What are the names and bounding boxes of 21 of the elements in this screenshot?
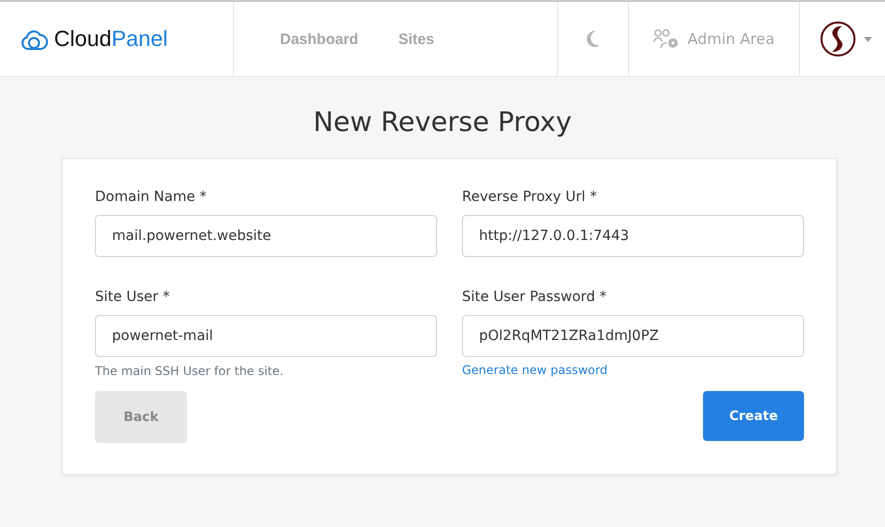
input-field[interactable]: powernet-mail — [95, 315, 437, 357]
create-button[interactable]: Create — [703, 391, 804, 441]
moon-icon[interactable] — [585, 30, 601, 48]
input-field[interactable]: http://127.0.0.1:7443 — [462, 215, 804, 257]
page-title: New Reverse Proxy — [312, 107, 573, 138]
generate-password-link[interactable]: Generate new password — [462, 363, 608, 377]
caret-icon[interactable] — [864, 36, 872, 42]
field-label: Site User * — [95, 289, 171, 305]
input-field[interactable]: mail.powernet.website — [95, 215, 437, 257]
avatar-icon[interactable] — [820, 21, 856, 57]
input-field[interactable]: pOl2RqMT21ZRa1dmJ0PZ — [462, 315, 804, 357]
help-text: The main SSH User for the site. — [95, 364, 284, 378]
admin-area-link[interactable]: Admin Area — [687, 30, 775, 48]
nav-link[interactable]: Dashboard — [280, 30, 358, 48]
back-button[interactable]: Back — [95, 391, 187, 443]
nav-link[interactable]: Sites — [398, 30, 434, 48]
field-label: Reverse Proxy Url * — [462, 189, 598, 205]
logo-text[interactable]: CloudPanel — [54, 26, 168, 52]
field-label: Site User Password * — [462, 289, 608, 305]
users-gear-icon[interactable] — [653, 29, 680, 49]
field-label: Domain Name * — [95, 189, 208, 205]
